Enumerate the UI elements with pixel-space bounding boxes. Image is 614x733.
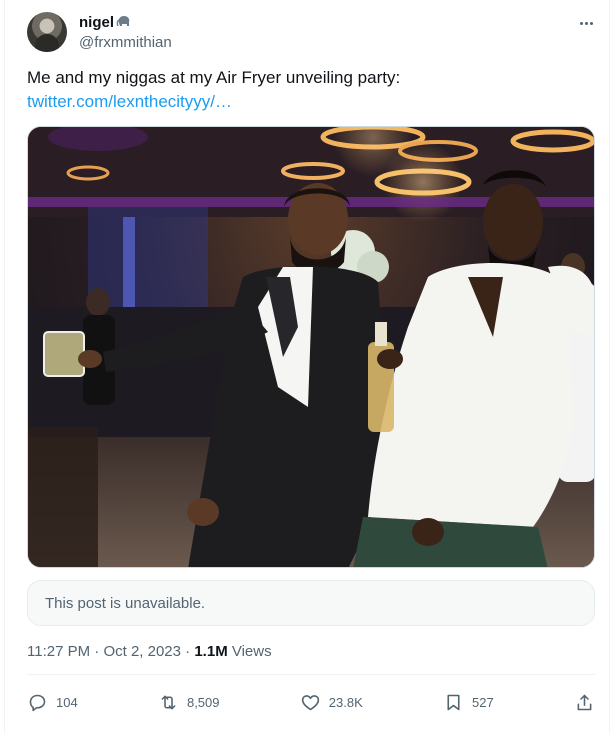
reply-icon (29, 694, 46, 711)
user-handle[interactable]: @frxmmithian (79, 34, 172, 52)
share-icon (577, 694, 592, 710)
views-count: 1.1M (194, 643, 228, 660)
dot-icon (584, 21, 588, 25)
tweet-header: nigel @frxmmithian (27, 10, 597, 54)
tweet-card: nigel @frxmmithian Me and my niggas at m… (4, 0, 610, 733)
unavailable-post-notice: This post is unavailable. (27, 580, 595, 626)
tweet-time[interactable]: 11:27 PM (27, 643, 90, 660)
repost-count: 8,509 (186, 694, 220, 710)
like-count: 23.8K (328, 694, 363, 710)
name-row: nigel (79, 14, 132, 32)
views-label: Views (227, 643, 272, 660)
display-name[interactable]: nigel (79, 14, 114, 32)
share-button[interactable] (574, 692, 595, 713)
more-options-button[interactable] (575, 14, 597, 32)
tweet-text: Me and my niggas at my Air Fryer unveili… (27, 68, 401, 87)
meta-separator: · (90, 643, 104, 660)
action-bar: 104 8,509 23.8K 527 (27, 686, 595, 718)
bookmark-count: 527 (472, 694, 494, 710)
reply-count: 104 (56, 694, 78, 710)
dot-icon (579, 21, 583, 25)
bookmark-icon (447, 694, 460, 710)
avatar[interactable] (27, 12, 67, 52)
repost-icon (161, 695, 176, 709)
like-button[interactable]: 23.8K (300, 692, 363, 713)
unavailable-text: This post is unavailable. (45, 594, 206, 612)
tweet-meta: 11:27 PM · Oct 2, 2023 · 1.1M Views (27, 642, 272, 662)
elephant-icon (116, 14, 132, 32)
tweet-date[interactable]: Oct 2, 2023 (103, 643, 181, 660)
dot-icon (589, 21, 593, 25)
divider (27, 674, 595, 675)
bookmark-button[interactable]: 527 (443, 692, 494, 713)
tweet-body: Me and my niggas at my Air Fryer unveili… (27, 66, 597, 114)
reply-button[interactable]: 104 (27, 692, 78, 713)
tweet-link[interactable]: twitter.com/lexnthecityyy/… (27, 90, 597, 114)
meta-separator: · (181, 643, 195, 660)
heart-icon (301, 694, 319, 710)
party-photo-illustration (28, 127, 594, 567)
repost-button[interactable]: 8,509 (158, 692, 220, 713)
tweet-photo[interactable] (27, 126, 595, 568)
